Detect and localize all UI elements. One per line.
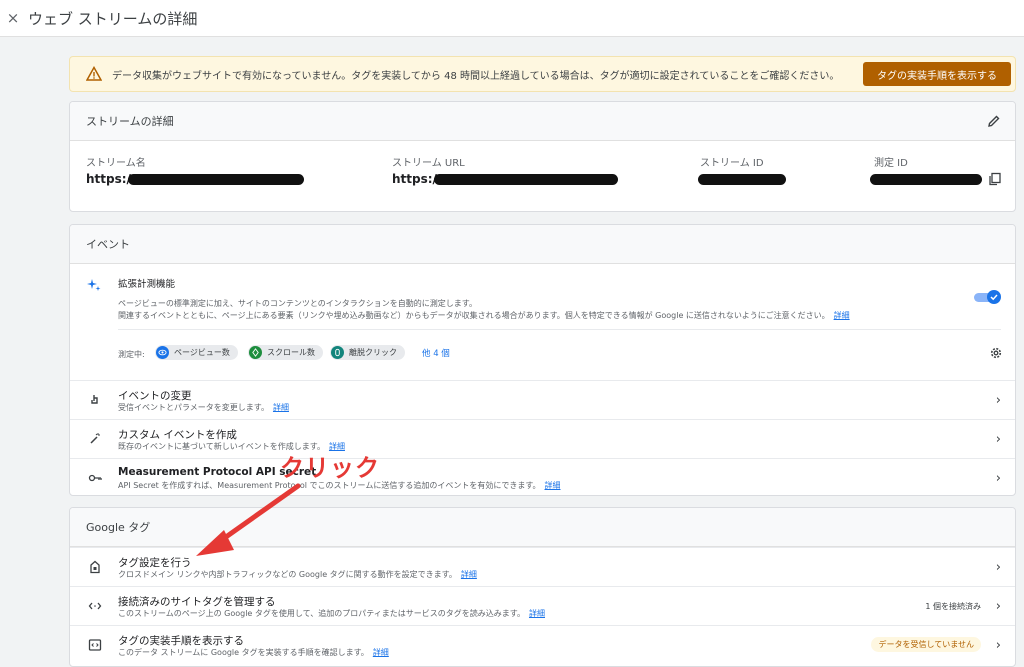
redaction-mark [698, 174, 786, 185]
copy-icon[interactable] [988, 172, 1002, 186]
tag-icon [90, 560, 100, 574]
measurement-id-label: 測定 ID [874, 158, 908, 169]
scroll-icon [249, 346, 262, 359]
enhanced-measurement-toggle[interactable] [974, 290, 1001, 304]
stream-name-label: ストリーム名 [86, 158, 146, 169]
google-tag-title: Google タグ [86, 521, 151, 534]
page-title: ウェブ ストリームの詳細 [28, 9, 198, 28]
events-title: イベント [86, 238, 130, 251]
top-bar: × ウェブ ストリームの詳細 [0, 0, 1024, 37]
stream-url-label: ストリーム URL [392, 158, 465, 169]
key-icon [88, 474, 102, 482]
stream-id-label: ストリーム ID [700, 158, 764, 169]
details-link[interactable]: 詳細 [461, 570, 477, 579]
status-badge: データを受信していません [871, 637, 981, 652]
touch-icon [91, 395, 98, 404]
redaction-mark [434, 174, 618, 185]
details-link[interactable]: 詳細 [834, 311, 850, 320]
edit-icon[interactable] [987, 114, 1001, 128]
details-link[interactable]: 詳細 [273, 403, 289, 412]
sparkle-icon [87, 279, 101, 291]
warning-icon [86, 66, 102, 81]
red-arrow-icon [196, 483, 301, 556]
events-card: イベント 拡張計測機能 ページビューの標準測定に加え、サイトのコンテンツとのイン… [69, 224, 1016, 496]
list-item-tag-instructions[interactable]: タグの実装手順を表示する このデータ ストリームに Google タグを実装する… [70, 625, 1015, 666]
list-item-modify-events[interactable]: イベントの変更 受信イベントとパラメータを変更します。 詳細 › [70, 380, 1015, 420]
stream-details-card: ストリームの詳細 ストリーム名 https:/ ストリーム URL https:… [69, 101, 1016, 212]
chevron-right-icon: › [995, 432, 1001, 447]
close-icon[interactable]: × [0, 9, 26, 27]
enhanced-measurement-desc-1: ページビューの標準測定に加え、サイトのコンテンツとのインタラクションを自動的に測… [118, 299, 477, 308]
stream-name-value: https:/ [86, 172, 131, 186]
chip-pageviews: ページビュー数 [155, 345, 238, 360]
magic-wand-icon [90, 433, 100, 444]
chevron-right-icon: › [995, 471, 1001, 486]
redaction-mark [128, 174, 304, 185]
measuring-label: 測定中: [118, 350, 145, 359]
connected-count: 1 個を接続済み [925, 602, 981, 611]
redaction-mark [870, 174, 982, 185]
chevron-right-icon: › [995, 393, 1001, 408]
events-header: イベント [70, 225, 1015, 264]
chevron-right-icon: › [995, 560, 1001, 575]
eye-icon [156, 346, 169, 359]
list-item-manage-site-tags[interactable]: 接続済みのサイトタグを管理する このストリームのページ上の Google タグを… [70, 586, 1015, 626]
details-link[interactable]: 詳細 [545, 481, 561, 490]
code-block-icon [88, 639, 102, 651]
code-icon [88, 602, 102, 610]
show-tag-instructions-button[interactable]: タグの実装手順を表示する [863, 62, 1011, 86]
more-link[interactable]: 他 4 個 [422, 347, 450, 359]
chevron-right-icon: › [995, 638, 1001, 653]
chevron-right-icon: › [995, 599, 1001, 614]
warning-banner: データ収集がウェブサイトで有効になっていません。タグを実装してから 48 時間以… [69, 56, 1016, 92]
stream-details-title: ストリームの詳細 [86, 115, 174, 128]
divider [118, 329, 1001, 330]
details-link[interactable]: 詳細 [529, 609, 545, 618]
enhanced-measurement-title: 拡張計測機能 [118, 279, 176, 290]
check-icon [987, 290, 1001, 304]
chip-outbound-clicks: 離脱クリック [330, 345, 405, 360]
chip-scrolls: スクロール数 [248, 345, 323, 360]
warning-text: データ収集がウェブサイトで有効になっていません。タグを実装してから 48 時間以… [112, 70, 840, 82]
stream-url-value: https:/ [392, 172, 437, 186]
mouse-icon [331, 346, 344, 359]
details-link[interactable]: 詳細 [373, 648, 389, 657]
enhanced-measurement-desc-2: 関連するイベントとともに、ページ上にある要素（リンクや埋め込み動画など）からもデ… [118, 311, 850, 320]
list-item-create-custom-event[interactable]: カスタム イベントを作成 既存のイベントに基づいて新しいイベントを作成します。詳… [70, 419, 1015, 459]
gear-icon[interactable] [989, 346, 1003, 360]
stream-details-header: ストリームの詳細 [70, 102, 1015, 141]
